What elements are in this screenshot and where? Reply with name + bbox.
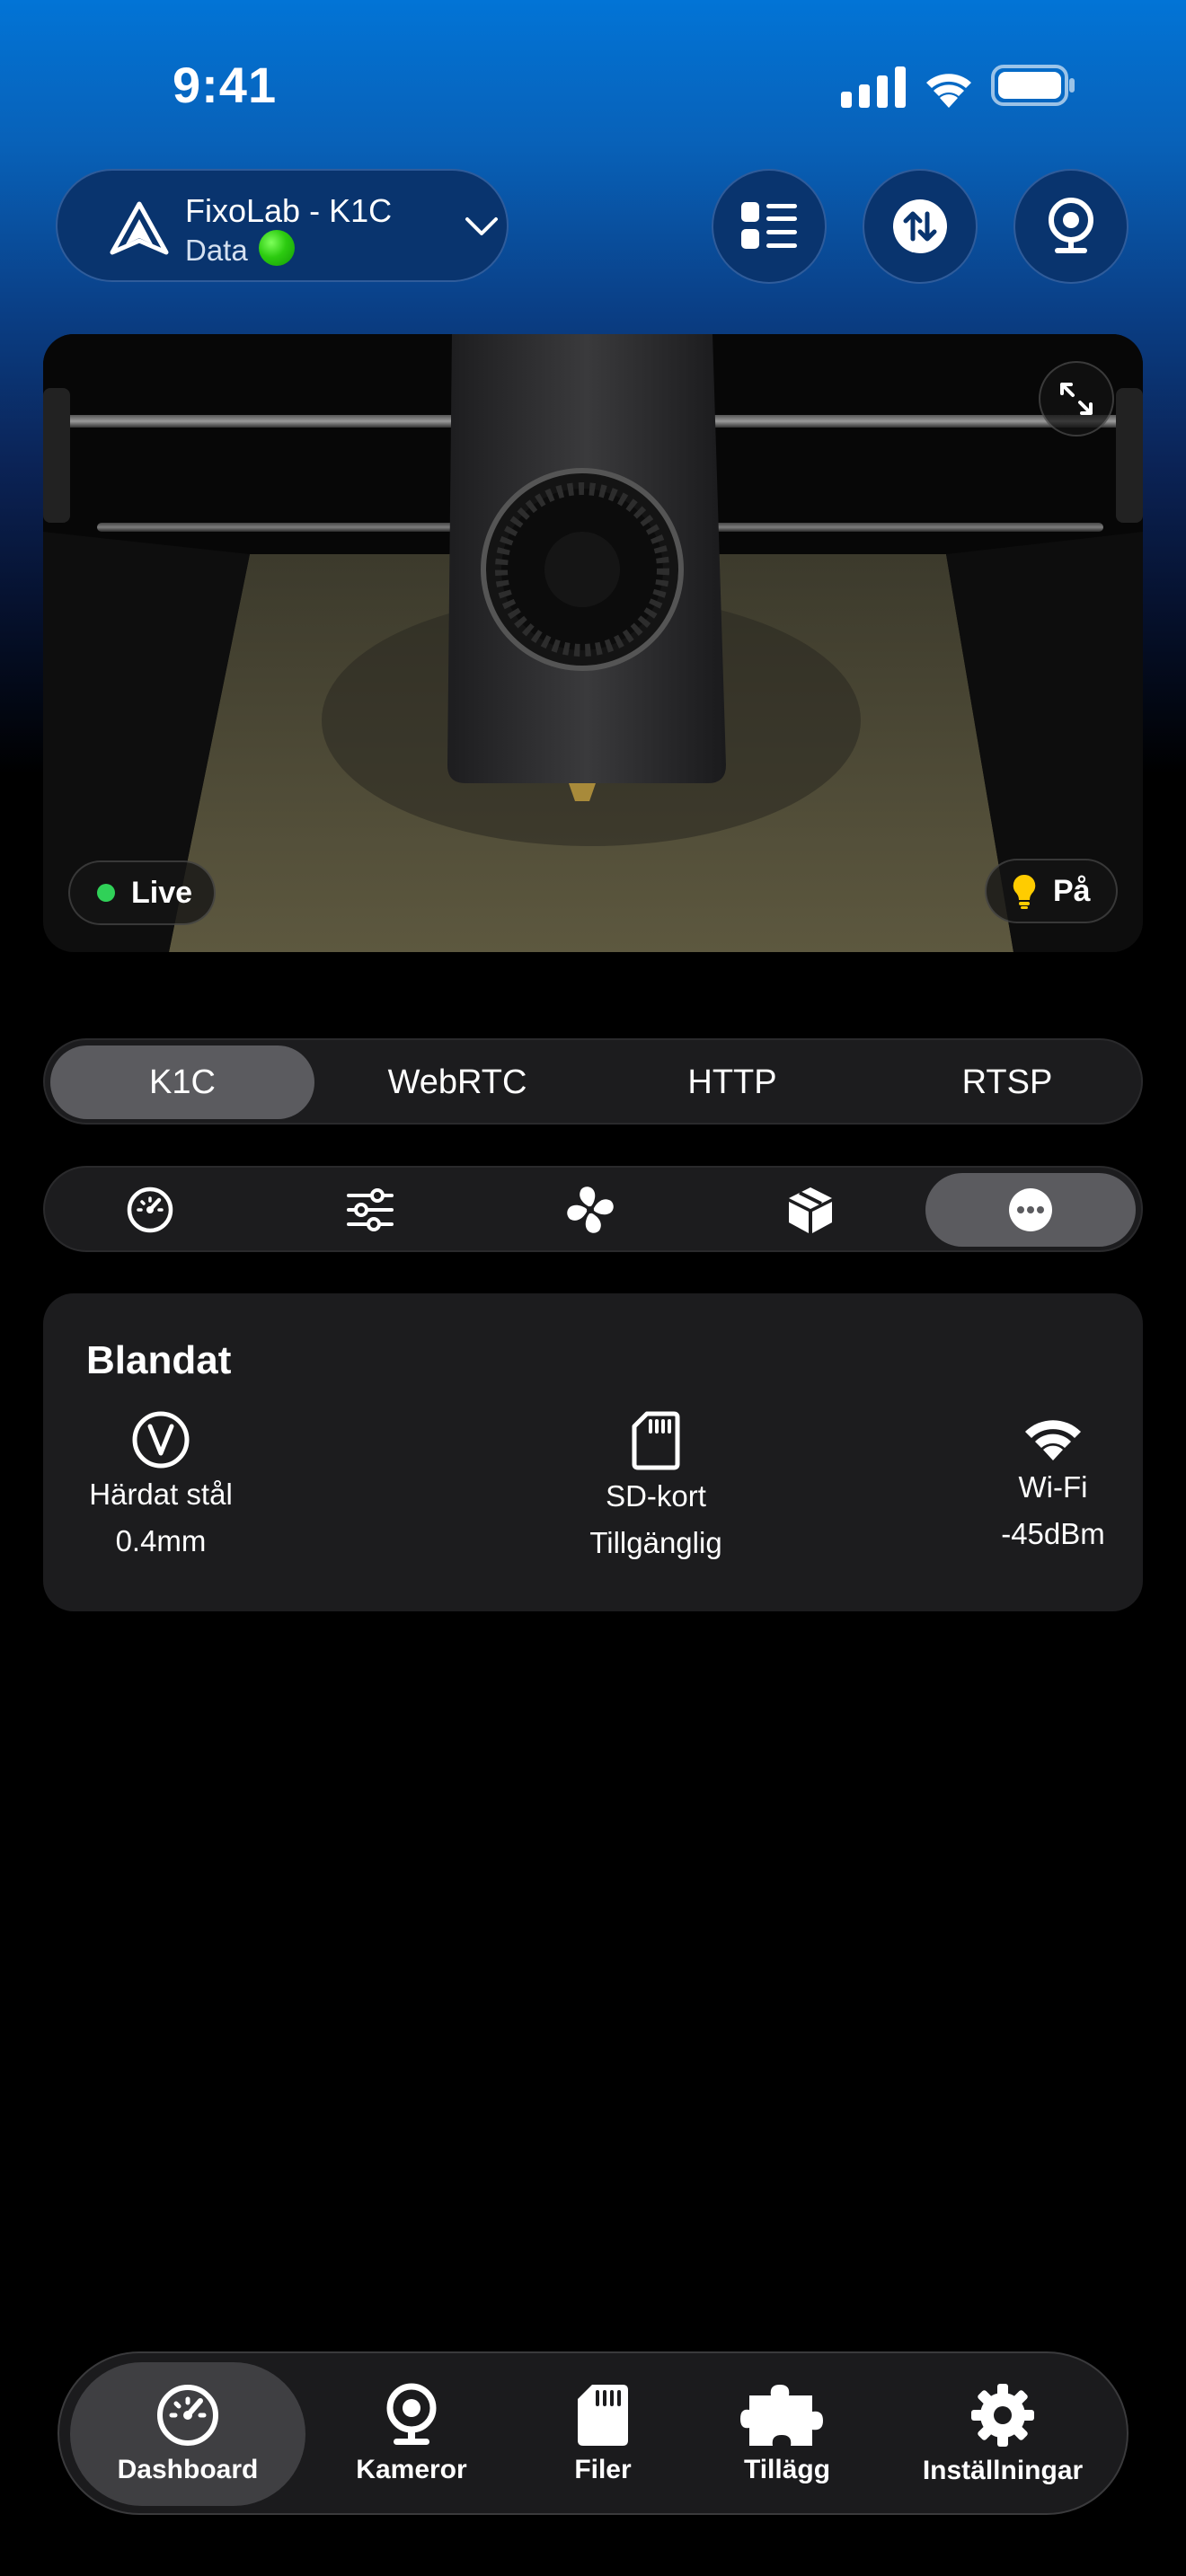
nozzle-size: 0.4mm [115, 1524, 207, 1557]
tab-k1c[interactable]: K1C [50, 1045, 314, 1119]
tab-more[interactable] [925, 1173, 1136, 1247]
list-icon [741, 202, 797, 249]
card-title: Blandat [86, 1338, 232, 1382]
expand-button[interactable] [1039, 361, 1114, 437]
printer-state-dot [259, 230, 295, 266]
dashboard-icon [157, 2385, 218, 2446]
wifi-status-icon [926, 74, 971, 108]
sd-card-status: Tillgänglig [589, 1526, 722, 1559]
nav-cameras-label: Kameror [356, 2455, 467, 2484]
webcam-icon [1049, 198, 1093, 253]
printer-camera-image [43, 334, 1143, 952]
stream-selector: K1C WebRTC HTTP RTSP [43, 1038, 1143, 1125]
nozzle-v-icon [132, 1411, 190, 1469]
nav-files-label: Filer [574, 2455, 632, 2484]
camera-icon [386, 2383, 437, 2445]
printer-logo-icon [110, 201, 169, 255]
misc-card: Blandat Härdat stål 0.4mm SD-kort Tillgä… [43, 1293, 1143, 1611]
panel-tab-bar [43, 1166, 1143, 1252]
printer-selector[interactable]: FixoLab - K1C Data [56, 169, 509, 282]
tab-filament[interactable] [705, 1173, 916, 1247]
box-icon [789, 1187, 832, 1233]
nav-addons-label: Tillägg [743, 2455, 831, 2484]
tab-webrtc[interactable]: WebRTC [325, 1045, 589, 1119]
webcam-button[interactable] [1013, 169, 1128, 284]
nav-cameras[interactable]: Kameror [322, 2362, 501, 2506]
nav-files[interactable]: Filer [527, 2362, 679, 2506]
bottom-nav: Dashboard Kameror Filer Tillägg Inställn… [58, 2351, 1128, 2515]
wifi-info: Wi-Fi -45dBm [972, 1410, 1134, 1557]
wifi-label: Wi-Fi [1018, 1470, 1088, 1504]
nozzle-info: Härdat stål 0.4mm [49, 1410, 273, 1565]
lightbulb-icon [1013, 874, 1036, 909]
speedometer-icon [127, 1187, 173, 1233]
tab-rtsp[interactable]: RTSP [875, 1045, 1139, 1119]
wifi-signal: -45dBm [1001, 1517, 1105, 1550]
nozzle-type: Härdat stål [89, 1478, 233, 1511]
live-badge: Live [68, 860, 216, 925]
expand-icon [1060, 383, 1093, 415]
sliders-icon [347, 1188, 394, 1231]
puzzle-icon [740, 2385, 823, 2446]
printer-name: FixoLab - K1C [185, 192, 393, 229]
sd-card-info: SD-kort Tillgänglig [521, 1410, 791, 1566]
tab-http[interactable]: HTTP [600, 1045, 864, 1119]
tab-fans[interactable] [485, 1173, 695, 1247]
wifi-icon [1025, 1420, 1081, 1460]
live-dot [97, 884, 115, 902]
camera-feed[interactable]: Live På [43, 334, 1143, 952]
file-icon [578, 2385, 628, 2446]
live-label: Live [131, 875, 193, 910]
light-label: På [1053, 873, 1091, 908]
chevron-down-icon [465, 217, 498, 235]
signal-icon [841, 66, 906, 108]
transfer-icon [893, 199, 947, 253]
transfer-button[interactable] [863, 169, 978, 284]
battery-icon [991, 65, 1075, 106]
nav-settings-label: Inställningar [922, 2456, 1084, 2485]
printer-state-label: Data [185, 234, 248, 267]
nav-dashboard[interactable]: Dashboard [70, 2362, 305, 2506]
nav-addons[interactable]: Tillägg [697, 2362, 877, 2506]
status-icons [841, 65, 1075, 108]
fan-icon [567, 1187, 614, 1233]
nav-dashboard-label: Dashboard [117, 2455, 259, 2484]
list-button[interactable] [712, 169, 827, 284]
gear-icon [971, 2384, 1034, 2447]
tab-performance[interactable] [45, 1173, 255, 1247]
status-time: 9:41 [173, 57, 278, 113]
sd-card-label: SD-kort [606, 1479, 706, 1513]
more-icon [1009, 1188, 1052, 1231]
nav-settings[interactable]: Inställningar [897, 2362, 1109, 2506]
sd-card-icon [632, 1411, 680, 1470]
light-toggle[interactable]: På [985, 859, 1118, 923]
tab-controls[interactable] [265, 1173, 475, 1247]
